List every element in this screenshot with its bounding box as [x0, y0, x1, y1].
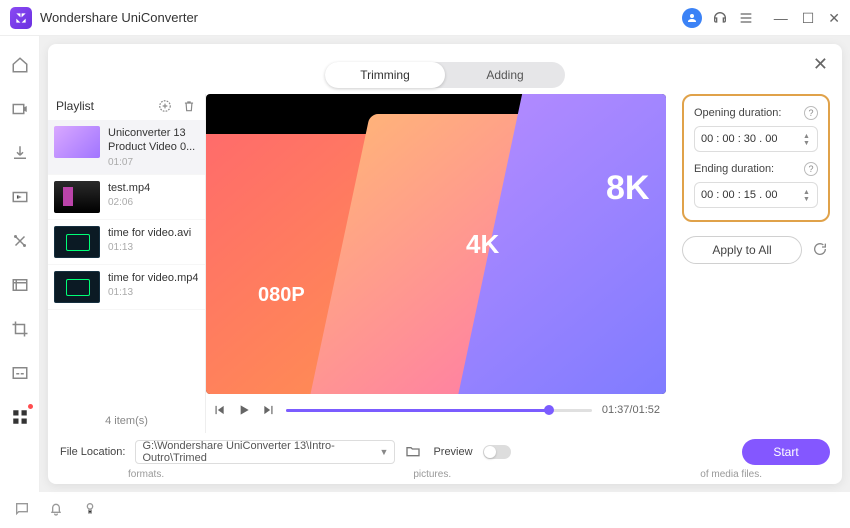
- playlist-thumb: [54, 181, 100, 213]
- playlist-item[interactable]: time for video.mp4 01:13: [48, 265, 205, 310]
- duration-box: Opening duration: ? 00 : 00 : 30 . 00 ▲ …: [682, 94, 830, 222]
- playlist-title: Playlist: [56, 99, 94, 113]
- playlist-item-duration: 01:13: [108, 287, 198, 298]
- playlist-item-duration: 02:06: [108, 197, 150, 208]
- stepper-up-icon[interactable]: ▲: [803, 189, 811, 195]
- playlist-item[interactable]: time for video.avi 01:13: [48, 220, 205, 265]
- apply-all-button[interactable]: Apply to All: [682, 236, 802, 264]
- playlist-thumb: [54, 126, 100, 158]
- progress-bar[interactable]: [286, 409, 592, 412]
- file-location-select[interactable]: G:\Wondershare UniConverter 13\Intro-Out…: [135, 440, 395, 464]
- rail-subtitle-icon[interactable]: [9, 362, 31, 384]
- open-folder-button[interactable]: [405, 443, 423, 461]
- playlist-item-duration: 01:07: [108, 157, 199, 168]
- left-rail: [0, 36, 40, 492]
- reset-button[interactable]: [812, 241, 830, 259]
- app-logo: [10, 7, 32, 29]
- mode-segment: Trimming Adding: [325, 62, 565, 88]
- stepper-down-icon[interactable]: ▼: [803, 196, 811, 202]
- hints-row: formats. pictures. of media files.: [48, 469, 842, 484]
- opening-duration-input[interactable]: 00 : 00 : 30 . 00 ▲ ▼: [694, 126, 818, 152]
- playlist-item-name: time for video.avi: [108, 226, 191, 240]
- rail-edit-icon[interactable]: [9, 230, 31, 252]
- video-overlay-text: 080P: [258, 284, 305, 307]
- account-icon[interactable]: [682, 8, 702, 28]
- next-frame-button[interactable]: [262, 403, 276, 417]
- preview-column: 080P 4K 8K 01:37/01:52: [206, 94, 674, 433]
- file-location-label: File Location:: [60, 446, 125, 458]
- playlist-thumb: [54, 226, 100, 258]
- video-overlay-text: 8K: [606, 169, 649, 208]
- maximize-button[interactable]: ☐: [802, 11, 815, 25]
- help-icon[interactable]: ?: [804, 162, 818, 176]
- opening-duration-label: Opening duration:: [694, 107, 781, 119]
- help-icon[interactable]: ?: [804, 106, 818, 120]
- settings-column: Opening duration: ? 00 : 00 : 30 . 00 ▲ …: [674, 94, 842, 433]
- preview-label: Preview: [433, 446, 472, 458]
- video-overlay-text: 4K: [466, 229, 499, 260]
- tab-trimming[interactable]: Trimming: [325, 62, 445, 88]
- rail-merge-icon[interactable]: [9, 274, 31, 296]
- playlist-delete-button[interactable]: [181, 98, 197, 114]
- rail-home-icon[interactable]: [9, 54, 31, 76]
- ending-duration-input[interactable]: 00 : 00 : 15 . 00 ▲ ▼: [694, 182, 818, 208]
- feedback-icon[interactable]: [14, 501, 32, 519]
- playlist-item-name: test.mp4: [108, 181, 150, 195]
- close-window-button[interactable]: ✕: [828, 11, 840, 25]
- rail-compress-icon[interactable]: [9, 186, 31, 208]
- playlist-count: 4 item(s): [48, 409, 205, 433]
- notification-icon[interactable]: [48, 501, 66, 519]
- stepper-down-icon[interactable]: ▼: [803, 140, 811, 146]
- playlist-thumb: [54, 271, 100, 303]
- start-button[interactable]: Start: [742, 439, 830, 465]
- titlebar: Wondershare UniConverter — ☐ ✕: [0, 0, 850, 36]
- rail-video-icon[interactable]: [9, 98, 31, 120]
- play-button[interactable]: [236, 402, 252, 418]
- support-icon[interactable]: [712, 10, 728, 26]
- playlist-panel: Playlist Uniconverter 13 Product Video 0…: [48, 94, 206, 433]
- app-title: Wondershare UniConverter: [40, 10, 198, 25]
- footer: [0, 492, 850, 528]
- preview-toggle[interactable]: [483, 445, 511, 459]
- video-preview[interactable]: 080P 4K 8K: [206, 94, 666, 394]
- stepper-up-icon[interactable]: ▲: [803, 133, 811, 139]
- playlist-item-name: time for video.mp4: [108, 271, 198, 285]
- prev-frame-button[interactable]: [212, 403, 226, 417]
- playlist-item-name: Uniconverter 13 Product Video 0...: [108, 126, 199, 155]
- menu-icon[interactable]: [738, 10, 754, 26]
- rail-toolbox-icon[interactable]: [9, 406, 31, 428]
- rail-download-icon[interactable]: [9, 142, 31, 164]
- main-panel: ✕ Trimming Adding Playlist: [48, 44, 842, 484]
- tips-icon[interactable]: [82, 501, 100, 519]
- ending-duration-label: Ending duration:: [694, 163, 774, 175]
- playlist-item[interactable]: test.mp4 02:06: [48, 175, 205, 220]
- panel-close-button[interactable]: ✕: [813, 54, 828, 75]
- rail-crop-icon[interactable]: [9, 318, 31, 340]
- playlist-item-duration: 01:13: [108, 242, 191, 253]
- bottom-bar: File Location: G:\Wondershare UniConvert…: [48, 433, 842, 469]
- tab-adding[interactable]: Adding: [445, 62, 565, 88]
- playlist-add-button[interactable]: [157, 98, 173, 114]
- minimize-button[interactable]: —: [774, 11, 788, 25]
- playlist-item[interactable]: Uniconverter 13 Product Video 0... 01:07: [48, 120, 205, 175]
- timecode: 01:37/01:52: [602, 404, 660, 416]
- chevron-down-icon: ▼: [380, 447, 389, 457]
